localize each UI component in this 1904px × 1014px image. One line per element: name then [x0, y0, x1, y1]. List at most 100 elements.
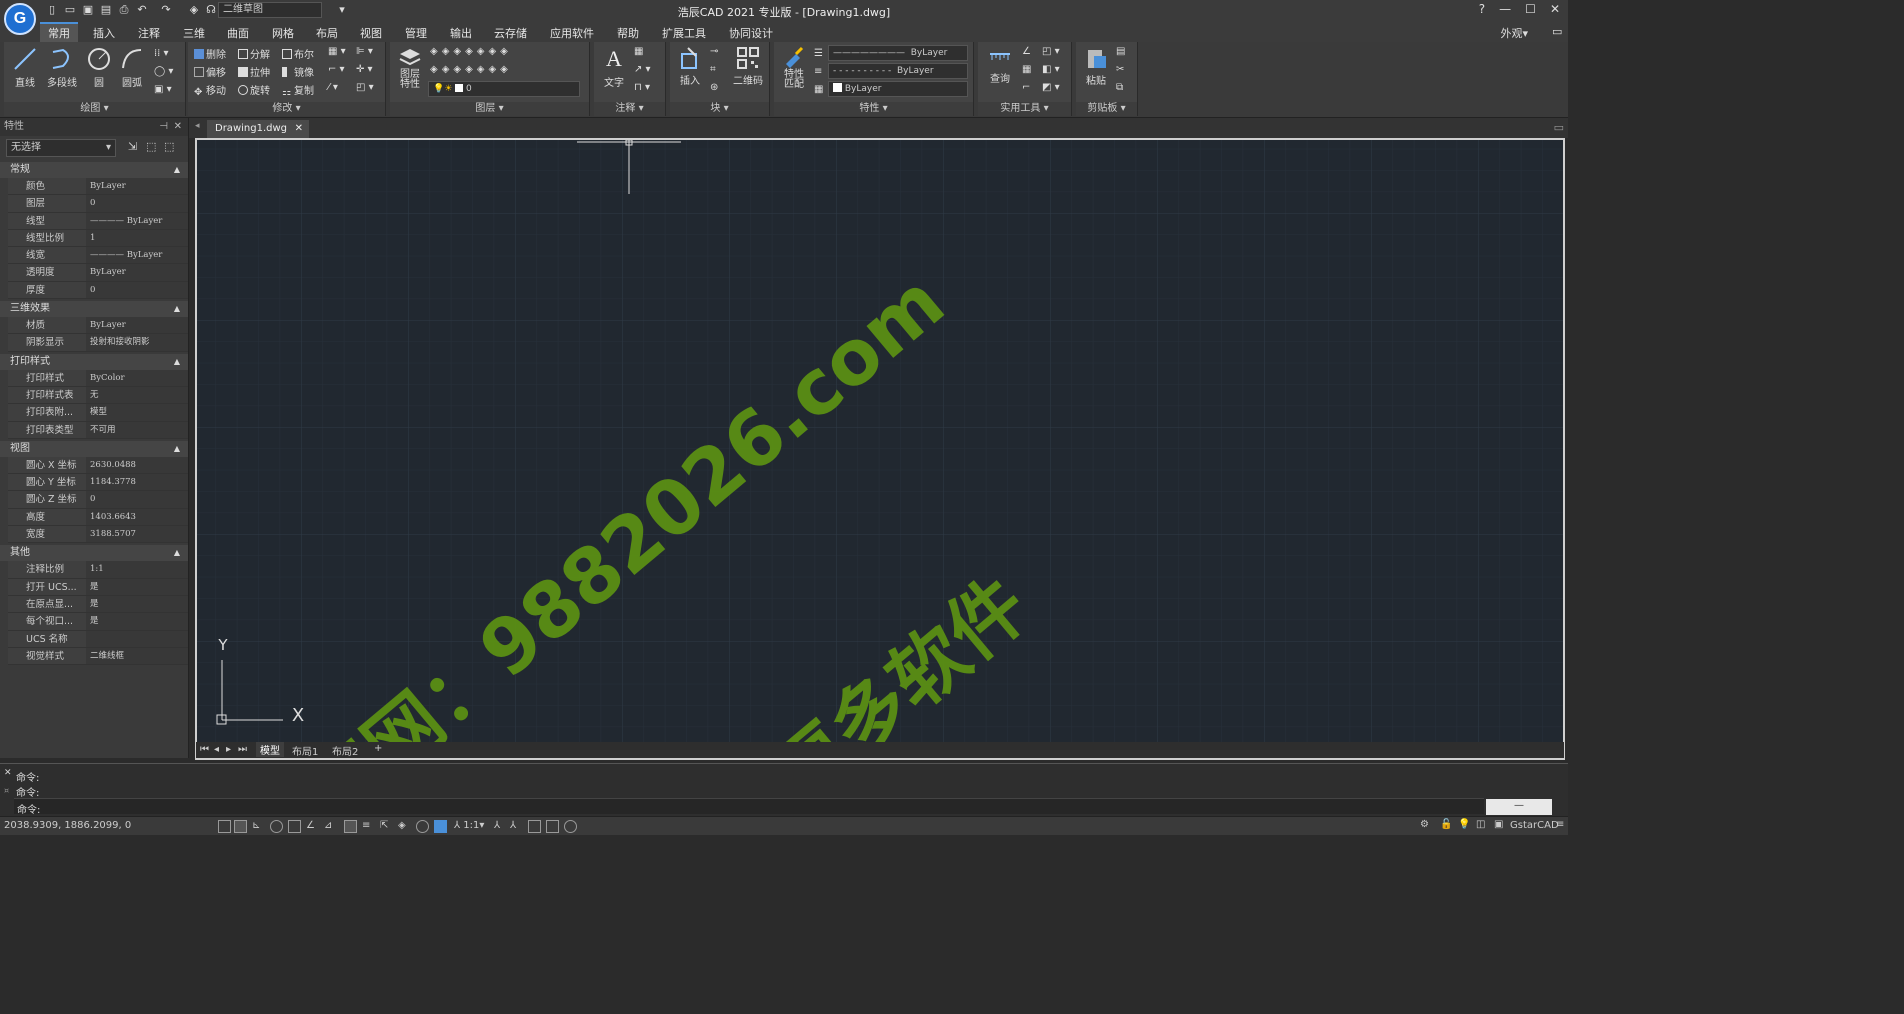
property-value[interactable]: 是	[86, 595, 188, 613]
create-block-icon[interactable]: ⊸	[710, 46, 718, 57]
copy-base-icon[interactable]: ⧉	[1116, 82, 1123, 93]
hatch-icon[interactable]: ⁞⁞ ▾	[154, 48, 169, 59]
property-row[interactable]: 颜色 ByLayer	[8, 178, 188, 196]
property-row[interactable]: 圆心 X 坐标 2630.0488	[8, 456, 188, 475]
property-section-header[interactable]: 打印样式 ▲	[0, 353, 188, 370]
hardware-accel-icon[interactable]: ◫	[1476, 819, 1485, 830]
lineweight-display-icon[interactable]: ≡	[362, 820, 375, 833]
collapse-icon[interactable]: ▲	[174, 545, 180, 561]
property-row[interactable]: 线型比例 1	[8, 229, 188, 248]
layers-panel-title[interactable]: 图层 ▾	[390, 102, 589, 116]
property-section-header[interactable]: 常规 ▲	[0, 162, 188, 178]
ortho-icon[interactable]: ⊾	[252, 820, 265, 833]
property-value[interactable]: ByLayer	[86, 317, 188, 334]
select-icon[interactable]: ◰ ▾	[1042, 46, 1060, 57]
query-tool[interactable]: 查询	[982, 46, 1018, 85]
property-row[interactable]: 宽度 3188.5707	[8, 526, 188, 544]
move-tool[interactable]: ✥ 移动	[194, 82, 226, 98]
property-section-header[interactable]: 三维效果 ▲	[0, 301, 188, 318]
collapse-icon[interactable]: ▲	[174, 301, 180, 317]
attribute-icon[interactable]: ⊛	[710, 82, 718, 93]
tab-home[interactable]: 常用	[40, 22, 78, 42]
save-as-icon[interactable]: ▤	[98, 2, 114, 18]
tab-insert[interactable]: 插入	[93, 25, 115, 41]
command-toggle-button[interactable]: —	[1486, 799, 1552, 815]
draw-panel-title[interactable]: 绘图 ▾	[4, 102, 185, 116]
property-row[interactable]: 材质 ByLayer	[8, 317, 188, 335]
lineweight-select[interactable]: - - - - - - - - - - ByLayer	[828, 63, 968, 79]
property-value[interactable]: 模型	[86, 404, 188, 421]
rectangle-icon[interactable]: ▣ ▾	[154, 84, 172, 95]
property-row[interactable]: 在原点显... 是	[8, 595, 188, 614]
command-close-icon[interactable]: ✕	[4, 768, 12, 778]
layer-select[interactable]: 💡☀ 0	[428, 81, 580, 97]
property-value[interactable]: 1	[86, 229, 188, 247]
property-value[interactable]: 1184.3778	[86, 474, 188, 491]
canvas-restore-icon[interactable]: ▭	[1554, 121, 1564, 134]
select-objects-icon[interactable]: ⬚	[146, 140, 156, 153]
lock-icon[interactable]: 🔓	[1440, 819, 1452, 830]
annotation-visibility-icon[interactable]: ⅄	[494, 820, 507, 833]
dynamic-ucs-icon[interactable]: ⊿	[324, 820, 337, 833]
copy-clip-icon[interactable]: ▤	[1116, 46, 1125, 57]
property-row[interactable]: 透明度 ByLayer	[8, 264, 188, 282]
property-row[interactable]: 打开 UCS... 是	[8, 578, 188, 596]
line-tool[interactable]: 直线	[8, 46, 42, 89]
property-row[interactable]: 图层 0	[8, 195, 188, 213]
tab-layout[interactable]: 布局	[316, 25, 338, 41]
bulb-icon[interactable]: 💡	[1458, 819, 1470, 830]
tab-help[interactable]: 帮助	[617, 25, 639, 41]
circle-tool[interactable]: 圆	[84, 46, 114, 89]
collapse-icon[interactable]: ▲	[174, 441, 180, 457]
rotate-tool[interactable]: 旋转	[238, 82, 270, 97]
document-tab[interactable]: Drawing1.dwg ✕	[207, 120, 309, 138]
property-value[interactable]: 0	[86, 491, 188, 508]
otrack-icon[interactable]: ∠	[306, 820, 319, 833]
property-value[interactable]: 1:1	[86, 561, 188, 578]
polar-icon[interactable]	[270, 820, 283, 833]
property-value[interactable]: 0	[86, 195, 188, 212]
add-layout-button[interactable]: +	[374, 743, 382, 754]
tab-surface[interactable]: 曲面	[227, 25, 249, 41]
quick-select-palette-icon[interactable]: ⬚	[164, 140, 174, 153]
leader-icon[interactable]: ↗ ▾	[634, 64, 651, 75]
paste-tool[interactable]: 粘贴	[1080, 46, 1112, 87]
property-row[interactable]: 圆心 Z 坐标 0	[8, 491, 188, 509]
arc-tool[interactable]: 圆弧	[116, 46, 148, 89]
align-icon[interactable]: ⊫ ▾	[356, 46, 373, 57]
property-value[interactable]: 1403.6643	[86, 508, 188, 526]
properties-panel-title[interactable]: 特性 ▾	[774, 102, 973, 116]
tab-collaboration[interactable]: 协同设计	[729, 25, 773, 41]
prev-layout-icon[interactable]: ◂	[214, 744, 219, 755]
property-row[interactable]: 线型 ———— ByLayer	[8, 212, 188, 230]
scale-icon[interactable]: ◰ ▾	[356, 82, 374, 93]
modify-panel-title[interactable]: 修改 ▾	[188, 102, 385, 116]
command-input[interactable]: 命令:	[14, 798, 1484, 816]
tab-annotate[interactable]: 注释	[138, 25, 160, 41]
property-value[interactable]: ByLayer	[86, 264, 188, 281]
stretch-tool[interactable]: 拉伸	[238, 64, 270, 79]
dynamic-input-icon[interactable]	[344, 820, 357, 833]
property-value[interactable]: ———— ByLayer	[86, 247, 188, 264]
open-file-icon[interactable]: ▭	[62, 2, 78, 18]
tab-apps[interactable]: 应用软件	[550, 25, 594, 41]
menu-icon[interactable]: ≡	[1556, 819, 1564, 830]
layer-tools-row1[interactable]: ◈◈◈◈◈◈◈	[430, 46, 512, 57]
workspace-icon[interactable]: ▣	[1494, 819, 1503, 830]
offset-tool[interactable]: 偏移	[194, 64, 226, 79]
refresh-icon[interactable]	[564, 820, 577, 833]
property-value[interactable]: 是	[86, 578, 188, 595]
tab-menu-icon[interactable]: ◂	[195, 121, 200, 131]
last-layout-icon[interactable]: ⏭	[238, 744, 247, 755]
utilities-panel-title[interactable]: 实用工具 ▾	[978, 102, 1071, 116]
customize-quick-access-icon[interactable]: ▾	[334, 2, 350, 18]
tab-cloud[interactable]: 云存储	[494, 25, 527, 41]
headset-icon[interactable]: ☊	[203, 2, 219, 18]
property-row[interactable]: 线宽 ———— ByLayer	[8, 247, 188, 265]
tab-view[interactable]: 视图	[360, 25, 382, 41]
copy-tool[interactable]: ⚏ 复制	[282, 82, 314, 98]
filter-icon[interactable]: ◩ ▾	[1042, 82, 1060, 93]
explode-tool[interactable]: 分解	[238, 46, 270, 61]
palette-close-icon[interactable]: ✕	[174, 118, 182, 136]
annotation-panel-title[interactable]: 注释 ▾	[594, 102, 665, 116]
